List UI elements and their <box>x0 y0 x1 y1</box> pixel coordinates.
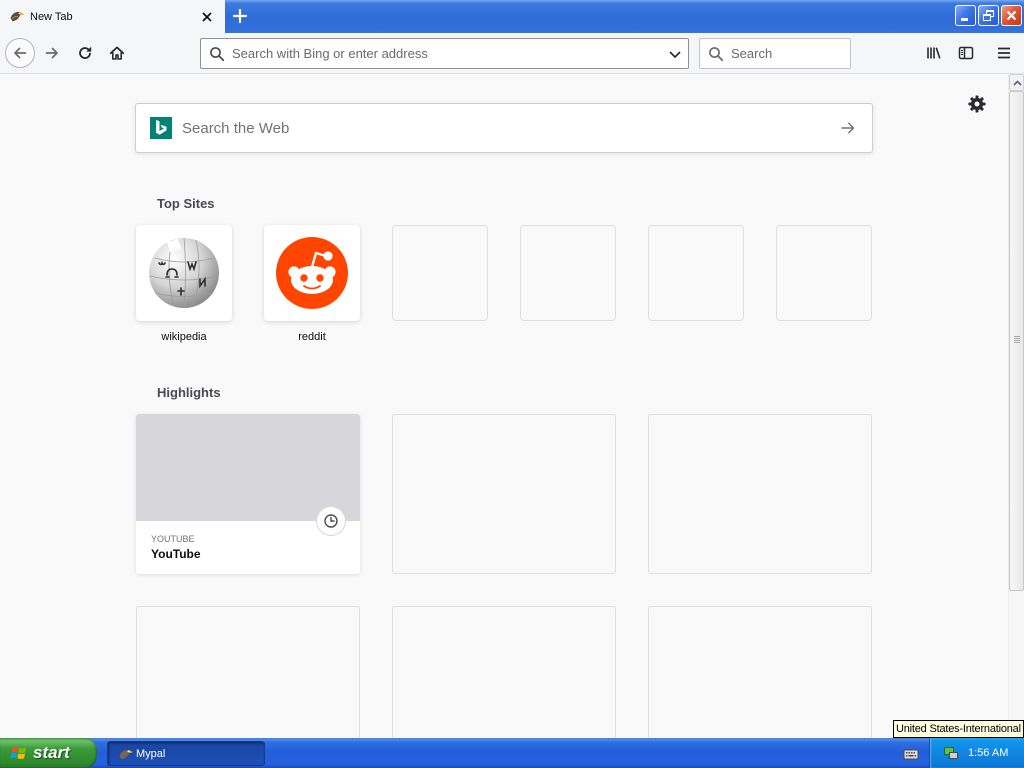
highlight-empty-slot <box>136 606 360 738</box>
top-site-label[interactable]: wikipedia <box>136 330 232 344</box>
highlight-source: YOUTUBE <box>151 534 195 544</box>
new-tab-page: Top Sites <box>0 74 1008 738</box>
close-window-button[interactable] <box>1001 5 1022 26</box>
sidebar-button[interactable] <box>958 45 974 61</box>
start-label: start <box>33 743 70 762</box>
plus-icon[interactable] <box>231 7 249 25</box>
top-site-empty-slot[interactable] <box>520 225 616 321</box>
highlight-title: YouTube <box>151 547 201 561</box>
search-icon <box>708 46 724 62</box>
scroll-up-button[interactable] <box>1009 74 1024 91</box>
scroll-thumb[interactable] <box>1009 91 1024 591</box>
highlight-empty-slot <box>648 606 872 738</box>
reddit-alien-icon <box>276 237 348 309</box>
restore-button[interactable] <box>978 5 999 26</box>
top-site-reddit[interactable] <box>264 225 360 321</box>
address-input[interactable] <box>232 39 660 68</box>
tab-title: New Tab <box>30 11 73 23</box>
clock[interactable]: 1:56 AM <box>968 747 1008 760</box>
home-button[interactable] <box>109 45 125 61</box>
taskbar-item-mypal[interactable]: Mypal <box>107 741 265 766</box>
windows-logo-icon <box>10 744 28 762</box>
chevron-down-icon[interactable] <box>667 46 683 62</box>
search-bar[interactable] <box>699 38 851 69</box>
forward-button[interactable] <box>44 45 60 61</box>
close-icon[interactable] <box>200 10 214 24</box>
web-search-box[interactable] <box>135 103 873 153</box>
scroll-grip <box>1014 336 1020 337</box>
navigation-toolbar <box>0 33 1024 74</box>
system-tray: 1:56 AM <box>929 738 1024 768</box>
mypal-bird-icon <box>118 746 134 762</box>
clock-icon <box>317 507 345 535</box>
start-button[interactable]: start <box>0 738 97 768</box>
search-icon <box>209 46 225 62</box>
highlight-empty-slot <box>648 414 872 574</box>
highlight-empty-slot <box>392 606 616 738</box>
top-site-label[interactable]: reddit <box>264 330 360 344</box>
library-button[interactable] <box>926 45 942 61</box>
address-bar[interactable] <box>200 38 689 69</box>
keyboard-icon[interactable] <box>903 746 919 762</box>
title-bar: New Tab <box>0 0 1024 33</box>
tab-new-tab[interactable]: New Tab <box>0 0 225 33</box>
reload-button[interactable] <box>77 45 93 61</box>
mypal-bird-icon <box>9 8 25 24</box>
reload-icon <box>77 45 93 61</box>
back-button[interactable] <box>5 38 35 68</box>
menu-icon <box>996 45 1012 61</box>
taskbar: start Mypal 1:56 AM <box>0 738 1024 768</box>
scroll-grip <box>1014 338 1020 339</box>
bing-logo-icon <box>150 117 172 139</box>
language-tooltip: United States-International <box>893 720 1024 738</box>
top-sites-heading: Top Sites <box>157 196 215 211</box>
sidebar-icon <box>958 45 974 61</box>
menu-button[interactable] <box>996 45 1012 61</box>
gear-icon[interactable] <box>968 95 986 113</box>
top-site-wikipedia[interactable] <box>136 225 232 321</box>
top-site-empty-slot[interactable] <box>776 225 872 321</box>
arrow-right-icon[interactable] <box>840 120 856 136</box>
scroll-grip <box>1014 342 1020 343</box>
web-search-input[interactable] <box>182 104 822 152</box>
highlights-heading: Highlights <box>157 385 221 400</box>
home-icon <box>109 45 125 61</box>
network-icon[interactable] <box>943 745 959 761</box>
top-site-empty-slot[interactable] <box>648 225 744 321</box>
taskbar-item-label: Mypal <box>136 748 166 760</box>
highlight-card-youtube[interactable]: YOUTUBE YouTube <box>136 414 360 574</box>
library-icon <box>926 45 942 61</box>
scroll-grip <box>1014 340 1020 341</box>
minimize-icon <box>956 6 975 25</box>
forward-arrow-icon <box>44 45 60 61</box>
wikipedia-globe-icon <box>147 236 221 310</box>
search-input[interactable] <box>731 39 849 68</box>
restore-icon <box>979 6 998 25</box>
highlight-thumbnail <box>136 414 360 521</box>
vertical-scrollbar[interactable] <box>1008 74 1024 738</box>
top-site-empty-slot[interactable] <box>392 225 488 321</box>
close-icon <box>1002 6 1021 25</box>
highlight-empty-slot <box>392 414 616 574</box>
minimize-button[interactable] <box>955 5 976 26</box>
